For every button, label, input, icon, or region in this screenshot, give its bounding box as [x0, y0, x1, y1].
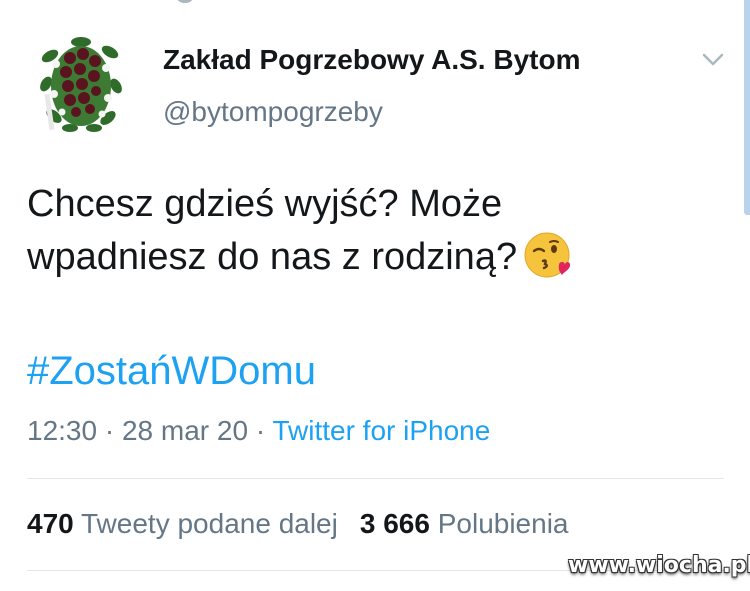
- previous-tweet-fragment: [176, 0, 194, 3]
- face-blowing-kiss-icon: [523, 231, 571, 279]
- likes-stat[interactable]: 3 666 Polubienia: [360, 508, 569, 539]
- tweet-meta: 12:30 · 28 mar 20 · Twitter for iPhone: [27, 415, 490, 447]
- author-avatar[interactable]: [40, 36, 122, 136]
- likes-count: 3 666: [359, 508, 430, 539]
- retweets-label: Tweety podane dalej: [81, 508, 338, 539]
- tweet-date[interactable]: 28 mar 20: [122, 415, 248, 446]
- hashtag-link[interactable]: #ZostańWDomu: [27, 349, 316, 394]
- retweets-count: 470: [27, 508, 74, 539]
- retweets-stat[interactable]: 470 Tweety podane dalej: [27, 508, 338, 539]
- author-handle[interactable]: @bytompogrzeby: [163, 96, 383, 128]
- scroll-indicator[interactable]: [744, 0, 750, 215]
- meta-separator: ·: [255, 415, 266, 446]
- meta-separator: ·: [104, 415, 115, 446]
- author-name[interactable]: Zakład Pogrzebowy A.S. Bytom: [163, 44, 580, 76]
- tweet-time[interactable]: 12:30: [27, 415, 97, 446]
- tweet-text-line-1: Chcesz gdzieś wyjść? Może: [27, 183, 503, 225]
- divider: [27, 478, 724, 479]
- tweet-text-line-2: wpadniesz do nas z rodziną?: [27, 231, 717, 284]
- more-options-button[interactable]: [700, 50, 726, 70]
- site-watermark: www.wiocha.pl: [568, 553, 750, 578]
- tweet-text: Chcesz gdzieś wyjść? Może wpadniesz do n…: [27, 178, 717, 284]
- chevron-down-icon: [702, 53, 724, 66]
- tweet-source-link[interactable]: Twitter for iPhone: [272, 415, 490, 446]
- engagement-stats: 470 Tweety podane dalej 3 666 Polubienia: [27, 508, 569, 540]
- tweet-text-line-2-text: wpadniesz do nas z rodziną?: [27, 236, 518, 278]
- likes-label: Polubienia: [437, 508, 569, 539]
- funeral-wreath-icon: [40, 37, 122, 132]
